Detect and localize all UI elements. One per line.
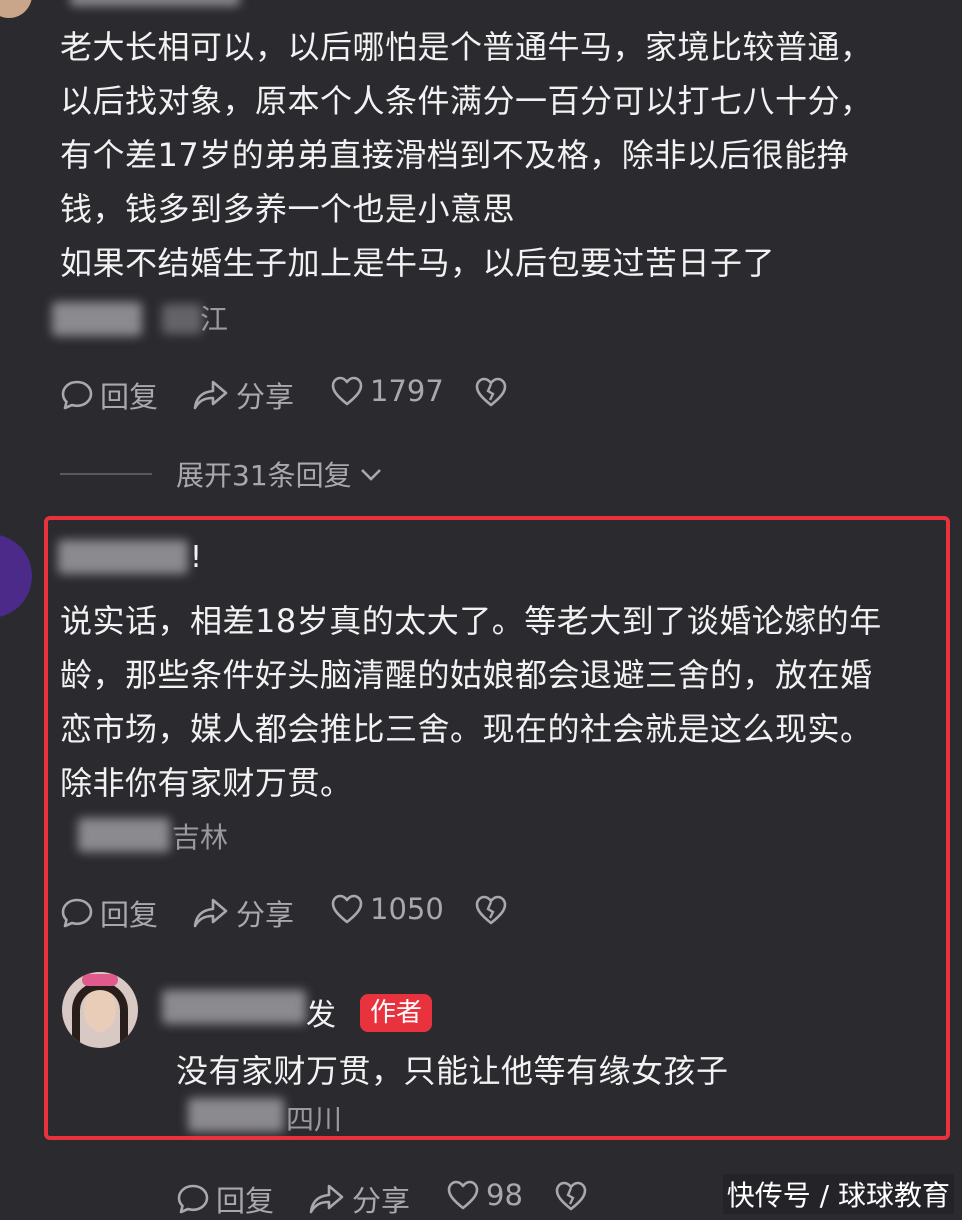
heart-icon — [331, 376, 363, 406]
text-line: 钱，钱多到多养一个也是小意思 — [60, 190, 516, 228]
location-blurred — [162, 304, 202, 334]
text-line: 如果不结婚生子加上是牛马，以后包要过苦日子了 — [60, 244, 776, 282]
reply-button[interactable]: 回复 — [176, 1178, 274, 1220]
comment-text: 老大长相可以，以后哪怕是个普通牛马，家境比较普通， 以后找对象，原本个人条件满分… — [60, 20, 950, 290]
share-button[interactable]: 分享 — [192, 374, 294, 416]
location: 江 — [200, 303, 229, 336]
reply-label: 回复 — [216, 1184, 275, 1218]
share-label: 分享 — [352, 1184, 411, 1218]
reply-button[interactable]: 回复 — [60, 374, 158, 416]
like-button[interactable]: 98 — [446, 1178, 523, 1212]
username-blurred — [70, 0, 240, 6]
comment-bubble-icon — [177, 1184, 209, 1214]
dislike-button[interactable] — [554, 1180, 588, 1212]
share-button[interactable]: 分享 — [308, 1178, 410, 1220]
like-count: 98 — [486, 1178, 523, 1212]
comment-bubble-icon — [61, 380, 93, 410]
heart-icon — [447, 1180, 479, 1210]
text-line: 以后找对象，原本个人条件满分一百分可以打七八十分， — [60, 82, 873, 120]
expand-replies-label: 展开31条回复 — [176, 459, 352, 492]
avatar[interactable] — [0, 0, 32, 18]
avatar[interactable] — [0, 534, 32, 618]
time-blurred — [52, 302, 142, 336]
share-arrow-icon — [309, 1184, 344, 1214]
text-line: 老大长相可以，以后哪怕是个普通牛马，家境比较普通， — [60, 28, 873, 66]
highlight-frame — [44, 516, 950, 1140]
like-button[interactable]: 1797 — [330, 374, 444, 408]
share-label: 分享 — [236, 380, 295, 414]
expand-replies-link[interactable]: 展开31条回复 — [176, 454, 384, 494]
reply-label: 回复 — [100, 380, 159, 414]
chevron-down-icon — [360, 469, 381, 481]
text-line: 有个差17岁的弟弟直接滑档到不及格，除非以后很能挣 — [60, 136, 850, 174]
share-arrow-icon — [193, 380, 228, 410]
broken-heart-icon — [555, 1181, 587, 1211]
dislike-button[interactable] — [474, 376, 508, 408]
expand-divider — [60, 473, 152, 475]
like-count: 1797 — [370, 374, 444, 408]
broken-heart-icon — [475, 377, 507, 407]
watermark: 快传号 / 球球教育 — [722, 1174, 954, 1214]
